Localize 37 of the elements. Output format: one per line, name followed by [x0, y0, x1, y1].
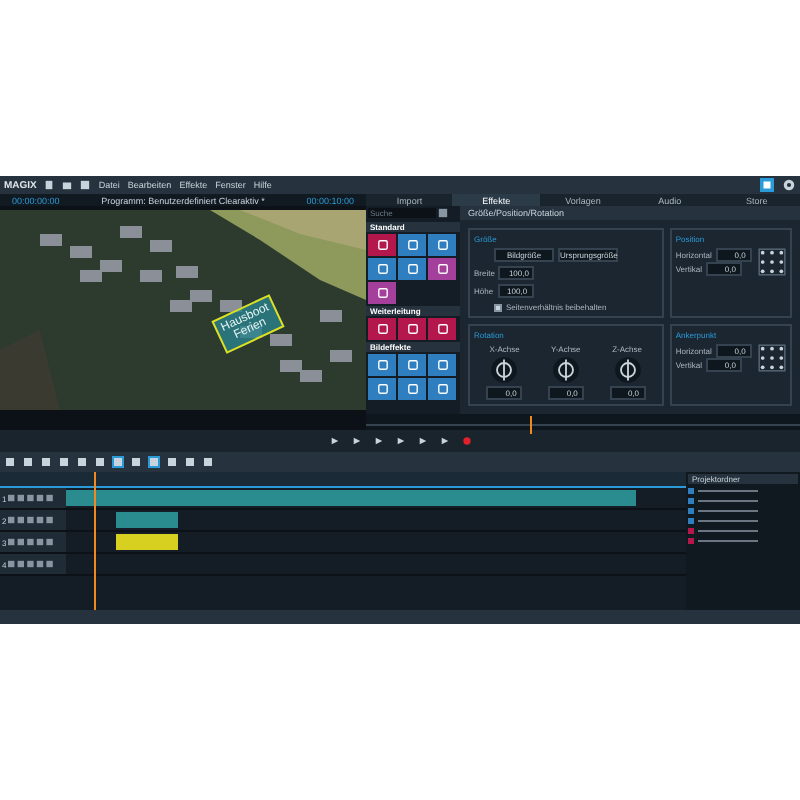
- time-ruler[interactable]: [0, 472, 686, 488]
- effect-tile[interactable]: [398, 318, 426, 341]
- layout-icon[interactable]: [760, 178, 774, 192]
- effect-tile[interactable]: [368, 378, 396, 401]
- effect-icon: [375, 322, 389, 337]
- rotation-dial[interactable]: [490, 356, 519, 385]
- video-clip[interactable]: [66, 490, 637, 506]
- anchor-grid-icon[interactable]: [757, 344, 786, 373]
- track-controls-icon[interactable]: [8, 538, 57, 546]
- anchor-grid-icon[interactable]: [757, 248, 786, 277]
- effect-tile[interactable]: [368, 318, 396, 341]
- effect-tile[interactable]: [398, 258, 426, 281]
- settings-icon[interactable]: [782, 178, 796, 192]
- effect-tile[interactable]: [428, 234, 456, 257]
- effect-tile[interactable]: [368, 258, 396, 281]
- track-controls-icon[interactable]: [8, 516, 57, 524]
- rotation-dial[interactable]: [613, 356, 642, 385]
- track-controls-icon[interactable]: [8, 560, 57, 568]
- effect-tile[interactable]: [368, 354, 396, 377]
- effect-tile[interactable]: [398, 354, 426, 377]
- effect-tile[interactable]: [428, 354, 456, 377]
- effect-tile[interactable]: [398, 234, 426, 257]
- play-icon[interactable]: [373, 436, 383, 446]
- track-controls-icon[interactable]: [8, 494, 57, 502]
- record-icon[interactable]: [461, 436, 471, 446]
- video-clip[interactable]: [115, 534, 178, 550]
- effect-tile[interactable]: [368, 282, 396, 305]
- video-clip[interactable]: [115, 512, 178, 528]
- effect-tile[interactable]: [428, 378, 456, 401]
- effect-tile[interactable]: [428, 258, 456, 281]
- checkbox[interactable]: [494, 303, 502, 312]
- effect-tile[interactable]: [368, 234, 396, 257]
- effect-icon: [405, 322, 419, 337]
- effect-tile[interactable]: [398, 378, 426, 401]
- rotation-dial[interactable]: [551, 356, 580, 385]
- effect-tile[interactable]: [428, 318, 456, 341]
- effect-icon: [435, 322, 449, 337]
